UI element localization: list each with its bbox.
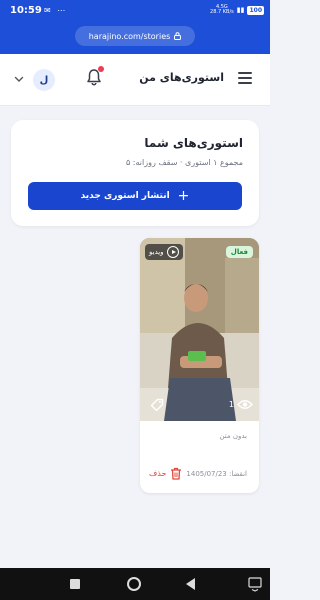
browser-chrome: 10:59 ✉ ⋯ 4.5G 28.7 KB/s ▮▮ 100 harajino… [0, 0, 270, 54]
notification-dot [98, 66, 104, 72]
status-badge: فعال [225, 246, 253, 258]
eye-icon [237, 400, 253, 409]
story-thumbnail[interactable]: فعال ویدیو 1 [140, 238, 259, 421]
url-text: harajino.com/stories [88, 31, 171, 41]
story-thumbnail-image [140, 238, 259, 421]
story-card[interactable]: فعال ویدیو 1 بدون متن انقضا: 1405/07/23 … [140, 238, 259, 493]
publish-story-button[interactable]: انتشار استوری جدید + [28, 182, 242, 210]
stories-summary-card: استوری‌های شما مجموع ۱ استوری · سقف روزا… [11, 120, 259, 226]
summary-title: استوری‌های شما [144, 136, 243, 150]
page-title: استوری‌های من [139, 71, 224, 84]
url-bar[interactable]: harajino.com/stories [75, 26, 195, 46]
video-badge: ویدیو [145, 244, 183, 260]
back-button[interactable] [186, 578, 195, 590]
story-caption: بدون متن [219, 432, 247, 440]
views-count: 1 [229, 399, 253, 410]
network-speed: 4.5G 28.7 KB/s [210, 4, 234, 15]
video-label: ویدیو [149, 248, 164, 256]
chevron-down-icon[interactable] [14, 74, 24, 84]
delete-label: حذف [149, 469, 167, 478]
lock-icon [174, 32, 182, 40]
avatar[interactable]: ل [33, 69, 55, 91]
delete-story-button[interactable]: حذف [149, 467, 182, 480]
status-time: 10:59 [10, 5, 42, 16]
views-number: 1 [228, 400, 234, 409]
system-nav-bar [0, 568, 270, 600]
menu-icon[interactable] [238, 72, 252, 84]
battery-icon: 100 [247, 5, 264, 15]
summary-subtitle: مجموع ۱ استوری · سقف روزانه: ۵ [125, 158, 243, 167]
signal-icon: ▮▮ [236, 6, 245, 14]
play-icon[interactable] [166, 246, 179, 258]
trash-icon [171, 467, 182, 480]
plus-icon: + [177, 188, 190, 204]
keyboard-icon[interactable] [248, 576, 262, 592]
recent-apps-button[interactable] [70, 579, 80, 589]
publish-label: انتشار استوری جدید [80, 191, 170, 201]
app-header: استوری‌های من ل [0, 54, 270, 106]
status-bar: 10:59 ✉ ⋯ 4.5G 28.7 KB/s ▮▮ 100 [0, 0, 270, 24]
notification-icons: ✉ ⋯ [44, 6, 68, 15]
story-expiry: انقضا: 1405/07/23 [186, 470, 247, 478]
status-right: 4.5G 28.7 KB/s ▮▮ 100 [210, 5, 264, 15]
tag-icon[interactable] [150, 398, 164, 412]
home-button[interactable] [127, 577, 141, 591]
